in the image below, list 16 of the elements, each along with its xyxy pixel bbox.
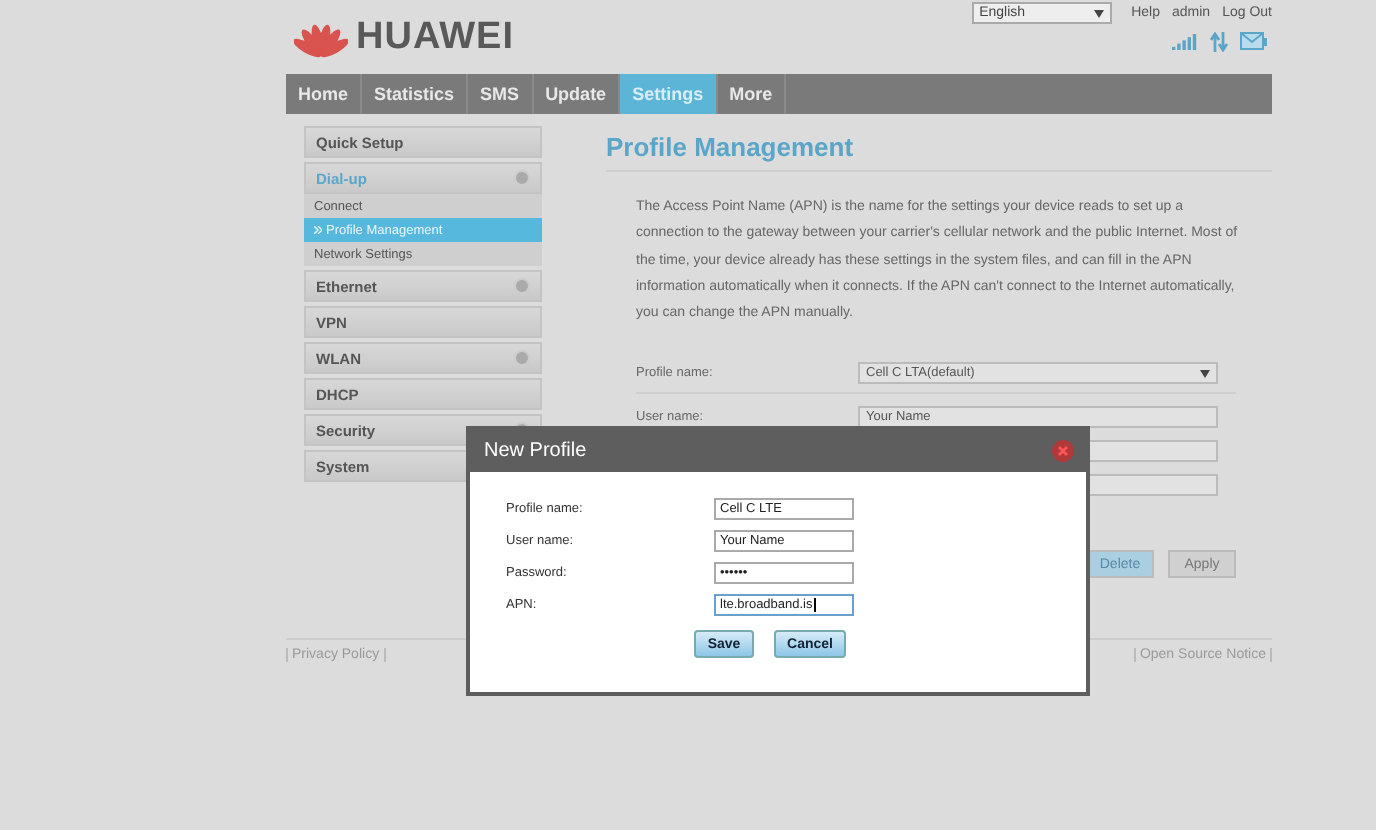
expand-icon[interactable] <box>514 170 530 186</box>
dropdown-caret-icon <box>1200 369 1210 378</box>
chevron-icon <box>314 226 322 234</box>
nav-tab[interactable]: More <box>717 74 787 114</box>
expand-icon[interactable] <box>514 350 530 366</box>
expand-icon[interactable] <box>514 278 530 294</box>
dropdown-caret-icon <box>1093 9 1104 17</box>
close-icon[interactable] <box>1052 440 1074 462</box>
brand-name: HUAWEI <box>356 16 514 60</box>
nav-tab[interactable]: Statistics <box>362 74 469 114</box>
page-title: Profile Management <box>606 126 1272 172</box>
message-icon[interactable] <box>1240 32 1268 52</box>
nav-tab[interactable]: SMS <box>468 74 534 114</box>
signal-icon <box>1172 33 1198 51</box>
up-down-arrows-icon <box>1210 32 1228 52</box>
nav-tab[interactable]: Home <box>286 74 363 114</box>
